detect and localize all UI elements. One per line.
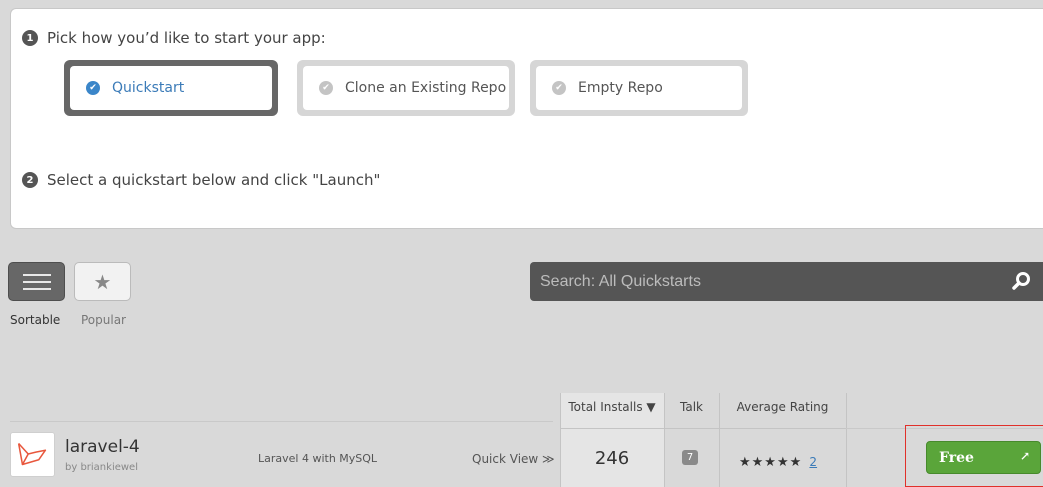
step-2-number: 2 — [22, 172, 38, 188]
option-clone-repo[interactable]: ✔ Clone an Existing Repo — [297, 60, 515, 116]
quick-view-link[interactable]: Quick View ≫ — [472, 452, 555, 466]
check-icon: ✔ — [319, 81, 333, 95]
step-1-heading: 1 Pick how you’d like to start your app: — [22, 29, 326, 47]
column-header-total-installs[interactable]: Total Installs ▼ — [560, 400, 664, 414]
step-2-text: Select a quickstart below and click "Lau… — [47, 171, 381, 189]
column-divider — [846, 393, 847, 487]
sortable-view-button[interactable] — [8, 262, 65, 301]
quickstart-description: Laravel 4 with MySQL — [258, 452, 378, 465]
popular-view-button[interactable]: ★ — [74, 262, 131, 301]
step-2-heading: 2 Select a quickstart below and click "L… — [22, 171, 380, 189]
star-icon: ★ — [93, 270, 112, 294]
average-rating: ★★★★★ 2 — [739, 455, 817, 470]
check-icon: ✔ — [552, 81, 566, 95]
check-icon: ✔ — [86, 81, 100, 95]
quickstart-author: by briankiewel — [65, 462, 138, 473]
total-installs-value: 246 — [594, 448, 630, 469]
list-icon — [23, 274, 51, 295]
rating-stars: ★★★★★ — [739, 455, 803, 470]
option-empty-repo[interactable]: ✔ Empty Repo — [530, 60, 748, 116]
search-input[interactable] — [530, 272, 990, 291]
laravel-logo-icon — [10, 432, 55, 477]
sortable-label[interactable]: Sortable — [10, 313, 60, 327]
free-launch-button[interactable]: Free ↗ — [926, 441, 1041, 474]
search-bar — [530, 262, 1043, 301]
free-button-label: Free — [939, 449, 974, 466]
header-divider — [560, 428, 846, 429]
launch-arrow-icon: ↗ — [1019, 449, 1030, 463]
step-1-text: Pick how you’d like to start your app: — [47, 29, 326, 47]
option-quickstart[interactable]: ✔ Quickstart — [64, 60, 278, 116]
option-clone-repo-label: Clone an Existing Repo — [345, 80, 507, 96]
step-1-number: 1 — [22, 30, 38, 46]
quickstart-name[interactable]: laravel-4 — [65, 437, 140, 457]
search-icon[interactable] — [1011, 271, 1031, 291]
popular-label[interactable]: Popular — [81, 313, 126, 327]
column-header-average-rating[interactable]: Average Rating — [719, 400, 846, 414]
column-header-talk[interactable]: Talk — [664, 400, 719, 414]
talk-count-badge[interactable]: 7 — [682, 450, 698, 465]
rating-count-link[interactable]: 2 — [809, 455, 817, 469]
option-empty-repo-label: Empty Repo — [578, 80, 663, 96]
option-quickstart-label: Quickstart — [112, 80, 185, 96]
table-divider — [10, 421, 553, 422]
